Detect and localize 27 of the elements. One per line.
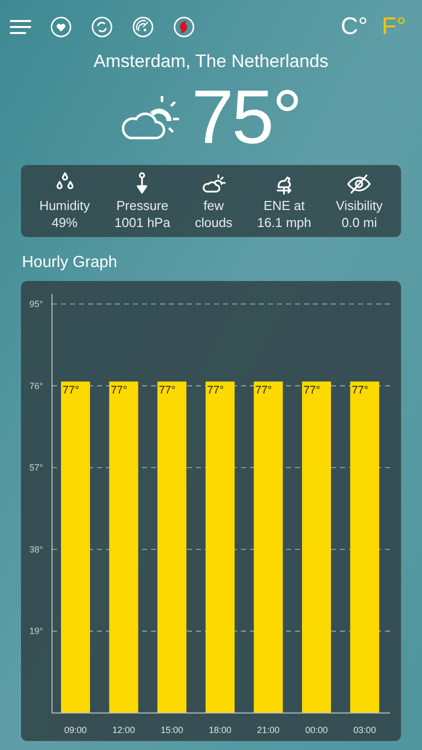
bar-value-label: 77° (304, 384, 320, 396)
x-tick-label: 12:00 (112, 725, 135, 735)
y-tick-label: 76° (29, 380, 43, 391)
bar-value-label: 77° (255, 384, 272, 396)
condition-label: few clouds (194, 197, 232, 231)
x-tick-label: 21:00 (257, 725, 280, 735)
condition-label: ENE at 16.1 mph (257, 197, 312, 231)
condition-label: Pressure 1001 hPa (114, 197, 170, 231)
x-tick-label: 09:00 (64, 725, 87, 735)
bar-value-label: 77° (62, 384, 80, 396)
y-tick-label: 38° (29, 544, 43, 554)
x-tick-label: 03:00 (353, 725, 376, 735)
bar-value-label: 77° (158, 384, 176, 396)
bar-value-label: 77° (352, 384, 368, 396)
condition-label: Humidity 49% (39, 197, 90, 231)
current-temperature: 75° (192, 80, 300, 156)
bar-value-label: 77° (207, 384, 224, 396)
location-name: Amsterdam, The Netherlands (94, 50, 328, 73)
y-tick-label: 19° (29, 626, 43, 636)
y-tick-label: 95° (29, 299, 43, 309)
x-tick-label: 15:00 (160, 725, 184, 735)
bar-value-label: 77° (110, 384, 128, 396)
condition-label: Visibility 0.0 mi (336, 197, 383, 231)
section-title: Hourly Graph (22, 253, 118, 273)
x-tick-label: 18:00 (208, 725, 232, 735)
x-tick-label: 00:00 (305, 725, 328, 735)
y-tick-label: 57° (29, 462, 43, 473)
